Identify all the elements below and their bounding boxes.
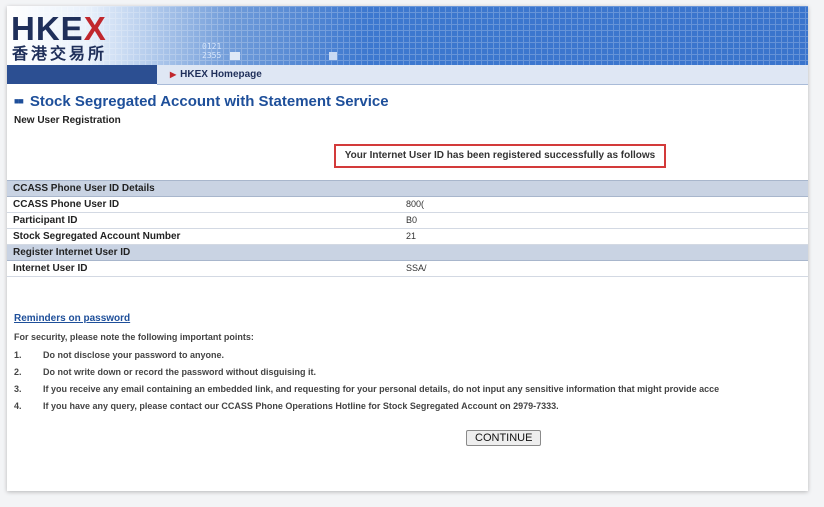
section-header-internet-user: Register Internet User ID [7,245,808,261]
details-table: CCASS Phone User ID Details CCASS Phone … [7,180,808,277]
reminder-text: If you have any query, please contact ou… [43,401,559,411]
reminder-item: 3. If you receive any email containing an… [14,384,808,394]
reminder-number: 3. [14,384,22,394]
reminder-item: 1. Do not disclose your password to anyon… [14,350,808,360]
ticker-top: 0121 [202,42,222,51]
success-message: Your Internet User ID has been registere… [334,144,666,168]
continue-button[interactable]: CONTINUE [466,430,542,446]
logo-chinese-text: 香港交易所 [12,44,108,63]
nav-homepage-link[interactable]: ▶ HKEX Homepage [157,65,808,85]
ticker-block [230,52,240,60]
table-row: Stock Segregated Account Number 21 [7,229,808,245]
page-title-text: Stock Segregated Account with Statement … [29,93,389,110]
reminder-item: 4. If you have any query, please contact … [14,401,808,411]
page-title: ■■ Stock Segregated Account with Statemen… [14,93,389,110]
logo-x: X [83,10,107,47]
reminders-link[interactable]: Reminders on password [14,313,130,324]
logo-text: HKE [11,10,84,47]
row-value: SSA/ [406,263,427,273]
row-label: Stock Segregated Account Number [13,231,181,242]
table-row: Internet User ID SSA/ [7,261,808,277]
table-row: CCASS Phone User ID 800( [7,197,808,213]
reminder-number: 2. [14,367,22,377]
row-label: CCASS Phone User ID [13,199,120,210]
section-header-phone-user: CCASS Phone User ID Details [7,181,808,197]
row-value: B0 [406,215,418,225]
browser-window: HKEX 香港交易所 0121 2355 ▶ HKEX Homepage ■■ St… [7,6,808,491]
row-value: 21 [406,231,417,241]
hkex-logo[interactable]: HKEX [11,12,107,45]
row-label: Internet User ID [13,263,88,274]
top-navbar: ▶ HKEX Homepage [7,65,808,85]
grid-bullet-icon: ■■ [14,96,24,106]
row-value: 800( [406,199,425,209]
ticker-bottom: 2355 [202,51,222,60]
hkex-header-banner: HKEX 香港交易所 0121 2355 [7,6,808,65]
banner-grid-pattern [7,6,808,65]
page-subtitle: New User Registration [14,115,121,126]
reminder-text: Do not write down or record the password… [43,367,317,377]
reminder-number: 4. [14,401,22,411]
reminder-text: If you receive any email containing an e… [43,384,720,394]
row-label: Participant ID [13,215,78,226]
homepage-link-label: HKEX Homepage [180,69,262,80]
table-row: Participant ID B0 [7,213,808,229]
reminder-number: 1. [14,350,22,360]
reminder-text: Do not disclose your password to anyone. [43,350,225,360]
ticker-block-2 [329,52,337,60]
reminder-item: 2. Do not write down or record the passwo… [14,367,808,377]
ticker-display: 0121 2355 [202,42,221,60]
nav-blank-slot [7,65,157,84]
triangle-right-icon: ▶ [170,70,177,79]
reminders-intro: For security, please note the following … [14,332,254,342]
